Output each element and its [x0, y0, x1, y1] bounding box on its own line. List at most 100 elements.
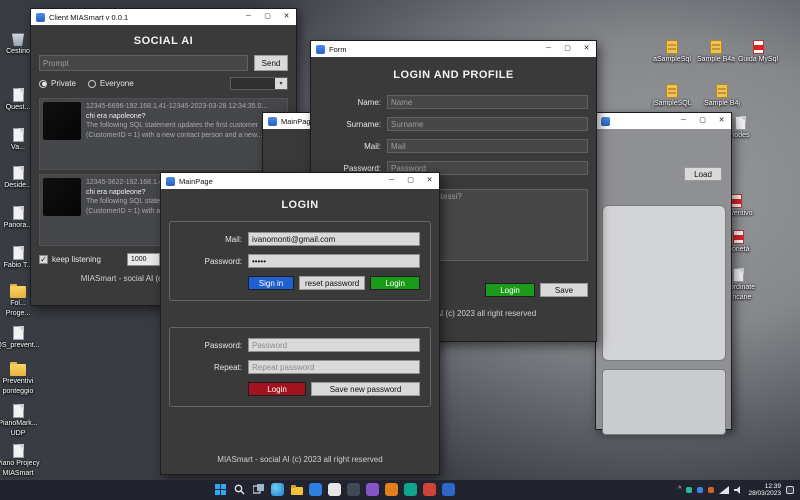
gray-window-titlebar[interactable]: ─ ▢ ✕: [596, 113, 731, 129]
desktop-icon-guida-mysql[interactable]: Guida MySql: [732, 40, 784, 64]
repeat-password-field[interactable]: [248, 360, 420, 374]
file-explorer-icon[interactable]: [290, 483, 303, 496]
start-button[interactable]: [214, 483, 227, 496]
close-button[interactable]: ✕: [577, 41, 596, 57]
tray-chevron-up-icon[interactable]: ^: [678, 480, 681, 500]
desktop-icon-label: aSampleSql: [653, 56, 691, 63]
sign-in-button[interactable]: Sign in: [248, 276, 294, 290]
document-icon: [12, 326, 24, 340]
maximize-button[interactable]: ▢: [558, 41, 577, 57]
time-text: 12:39: [764, 483, 781, 490]
document-icon: [12, 166, 24, 180]
network-icon[interactable]: [719, 481, 730, 499]
message-meta: 12345-6696-192.168.1.41-12345-2023-03-28…: [86, 103, 268, 110]
desktop-icon-label: UDP: [10, 430, 26, 437]
avatar: [43, 102, 81, 140]
new-password-field[interactable]: [248, 338, 420, 352]
mail-label: Mail:: [364, 141, 381, 151]
desktop-icon-label: Guida MySql: [737, 56, 779, 63]
mainpage-titlebar[interactable]: MainPage ─ ▢ ✕: [161, 173, 439, 189]
taskbar-app-2[interactable]: [347, 483, 360, 496]
desktop-icon-jsamplesql[interactable]: jSampleSQL: [646, 84, 698, 108]
surname-field[interactable]: [387, 117, 588, 131]
desktop-icon-qs-prevent[interactable]: QS_prevent...: [0, 326, 44, 350]
desktop-icon-label: Preventivi: [2, 378, 34, 385]
form-window-titlebar[interactable]: Form ─ ▢ ✕: [311, 41, 596, 57]
mail-field[interactable]: [248, 232, 420, 246]
notification-icon[interactable]: [786, 486, 794, 494]
close-button[interactable]: ✕: [712, 113, 731, 129]
maximize-button[interactable]: ▢: [693, 113, 712, 129]
desktop-icon-preventivi-ponteggio[interactable]: Preventivi ponteggio: [0, 362, 44, 396]
password-label: Password:: [204, 256, 242, 266]
maximize-button[interactable]: ▢: [258, 9, 277, 25]
name-field[interactable]: [387, 95, 588, 109]
volume-icon[interactable]: [734, 481, 743, 499]
desktop-icon-label: QS_prevent...: [0, 342, 40, 349]
mail-field[interactable]: [387, 139, 588, 153]
taskbar-app-5[interactable]: [404, 483, 417, 496]
output-panel[interactable]: [602, 205, 726, 361]
desktop-icon-label: nodes: [730, 132, 750, 139]
interval-value: 1000: [130, 256, 147, 263]
new-password-label: Password:: [204, 340, 242, 350]
private-radio[interactable]: [39, 79, 47, 88]
desktop-icon-pianomark-udp[interactable]: PianoMark... UDP: [0, 404, 44, 438]
reset-password-button[interactable]: reset password: [298, 276, 366, 290]
message-answer: The following SQL statement updates the …: [86, 122, 259, 129]
desktop-icon-label: Fabio T...: [3, 262, 33, 269]
window-title: Form: [329, 44, 347, 54]
taskbar-app-6[interactable]: [423, 483, 436, 496]
social-window-titlebar[interactable]: Client MIASmart v 0.0.1 ─ ▢ ✕: [31, 9, 296, 25]
maximize-button[interactable]: ▢: [401, 173, 420, 189]
search-icon[interactable]: [233, 483, 246, 496]
keep-listening-checkbox[interactable]: ✓: [39, 255, 48, 264]
minimize-button[interactable]: ─: [239, 9, 258, 25]
minimize-button[interactable]: ─: [382, 173, 401, 189]
page-title: LOGIN: [281, 199, 319, 211]
send-button[interactable]: Send: [254, 55, 288, 71]
login-button[interactable]: Login: [485, 283, 535, 297]
tray-app-icon[interactable]: [708, 487, 715, 493]
desktop: Cestino Quest... Va... Deside... Panora.…: [0, 0, 800, 500]
sql-file-icon: [666, 84, 678, 98]
desktop-icon-sample-b4j[interactable]: Sample B4j: [696, 84, 748, 108]
tray-app-icon[interactable]: [697, 487, 704, 493]
close-button[interactable]: ✕: [420, 173, 439, 189]
tray-app-icon[interactable]: [686, 487, 693, 493]
gray-window: ─ ▢ ✕ Load: [595, 112, 732, 435]
edge-icon[interactable]: [271, 483, 284, 496]
save-new-password-button[interactable]: Save new password: [311, 382, 420, 396]
input-panel[interactable]: [602, 369, 726, 435]
minimize-button[interactable]: ─: [539, 41, 558, 57]
window-title: MainPage: [179, 176, 213, 186]
prompt-input[interactable]: [39, 55, 248, 71]
folder-icon: [10, 284, 26, 298]
channel-dropdown[interactable]: ▾: [230, 77, 288, 90]
password-field[interactable]: [248, 254, 420, 268]
desktop-icon-piano-projecy[interactable]: Piano Projecy MIASmart: [0, 444, 44, 478]
login-button-red[interactable]: Login: [248, 382, 306, 396]
new-password-group: Password: Repeat: Login Save new passwor…: [169, 327, 431, 407]
page-title: SOCIAL AI: [133, 35, 194, 47]
taskbar-app-7[interactable]: [442, 483, 455, 496]
message-item[interactable]: 12345-6696-192.168.1.41-12345-2023-03-28…: [39, 98, 288, 170]
store-icon[interactable]: [309, 483, 322, 496]
task-view-icon[interactable]: [252, 483, 265, 496]
load-button[interactable]: Load: [684, 167, 722, 181]
desktop-icon-label: Deside...: [4, 182, 32, 189]
login-button[interactable]: Login: [370, 276, 420, 290]
window-footer: MIASmart - social AI (c) 2023 all right …: [217, 455, 383, 464]
save-button[interactable]: Save: [540, 283, 588, 297]
desktop-icon-label: Proge...: [5, 310, 31, 317]
everyone-radio[interactable]: [87, 79, 96, 88]
document-icon: [732, 268, 744, 282]
taskbar-app-3[interactable]: [366, 483, 379, 496]
minimize-button[interactable]: ─: [674, 113, 693, 129]
pdf-file-icon: [752, 40, 764, 54]
close-button[interactable]: ✕: [277, 9, 296, 25]
message-question: chi era napoleone?: [86, 112, 146, 120]
taskbar-app-4[interactable]: [385, 483, 398, 496]
clock[interactable]: 12:39 28/03/2023: [748, 483, 781, 497]
taskbar-app-1[interactable]: [328, 483, 341, 496]
